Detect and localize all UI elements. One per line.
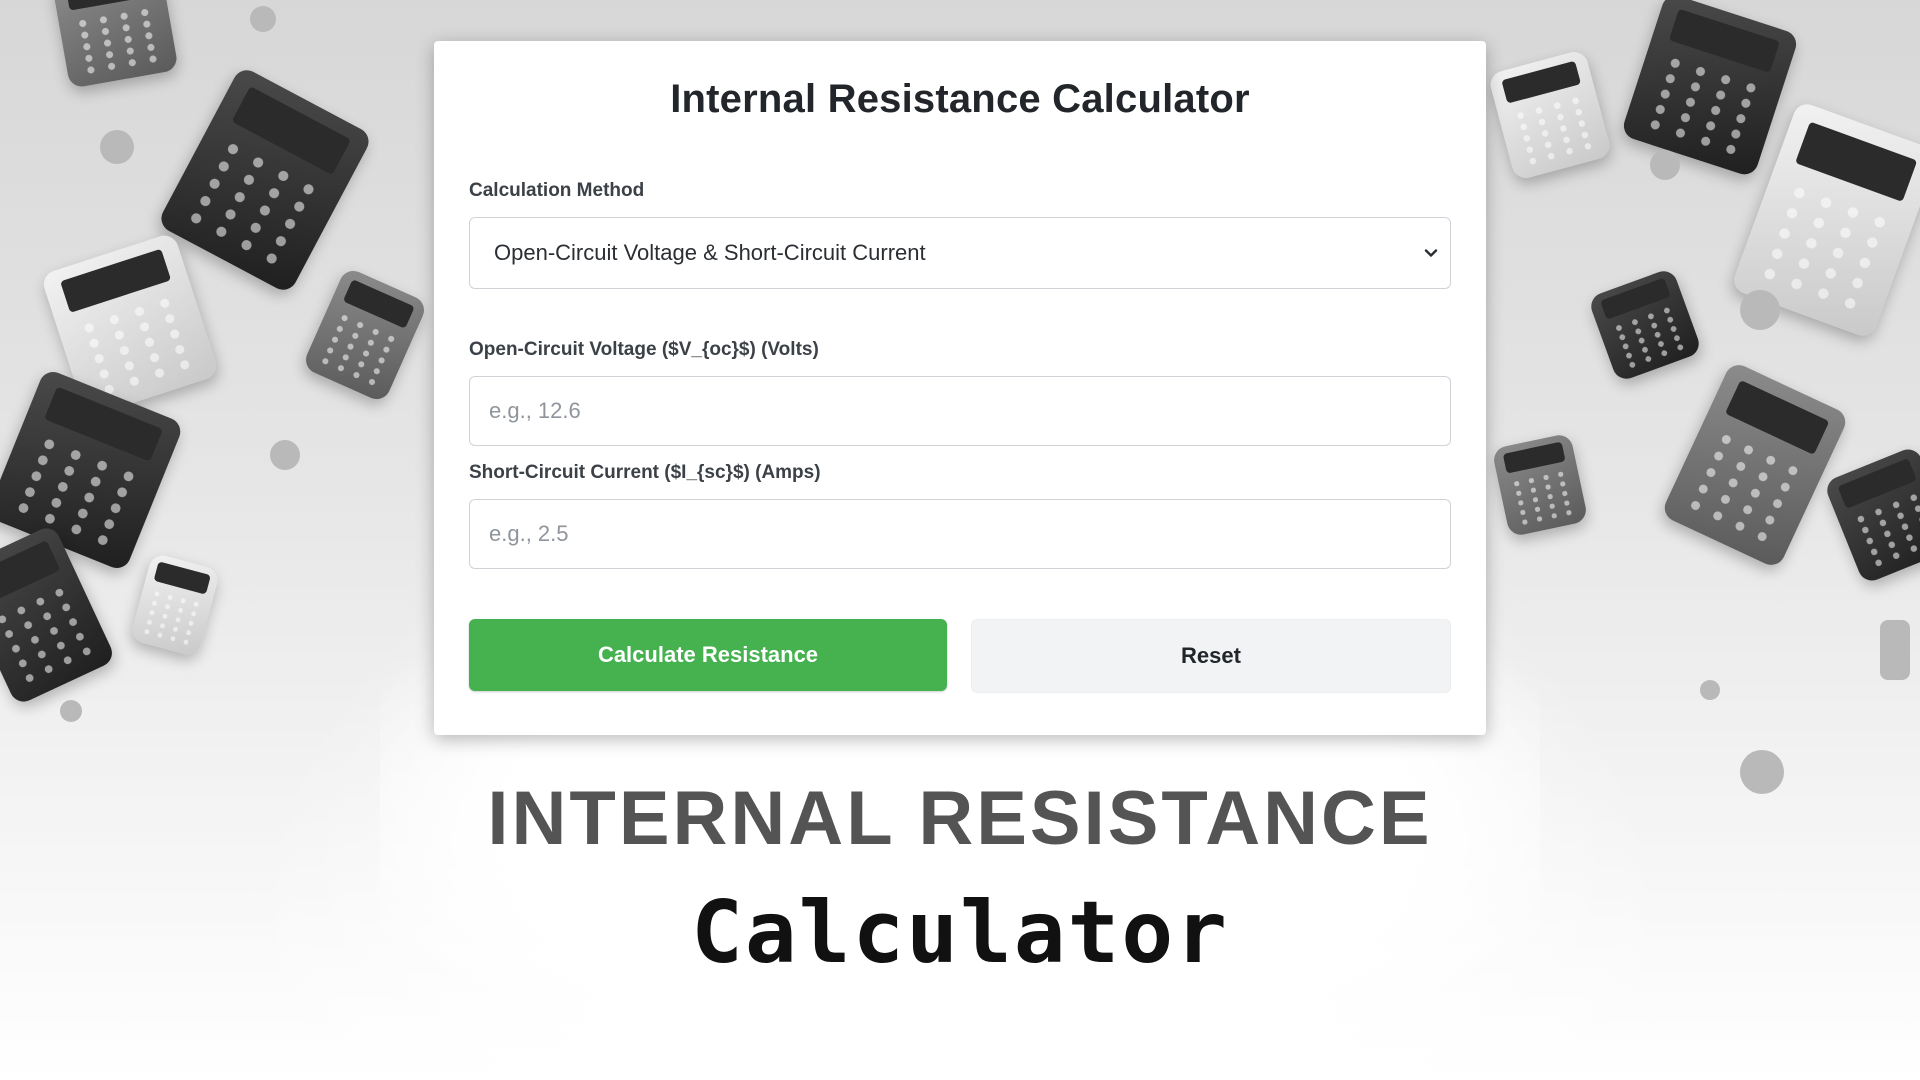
background-calculator — [1491, 432, 1589, 538]
button-row: Calculate Resistance Reset — [469, 619, 1451, 693]
background-dot — [250, 6, 276, 32]
open-circuit-voltage-label: Open-Circuit Voltage ($V_{oc}$) (Volts) — [469, 339, 819, 360]
background-calculator — [156, 65, 374, 295]
calculate-resistance-button[interactable]: Calculate Resistance — [469, 619, 947, 691]
background-calculator — [1487, 48, 1613, 182]
short-circuit-current-field[interactable] — [469, 499, 1451, 569]
background-calculator — [1660, 360, 1850, 570]
short-circuit-current-label: Short-Circuit Current ($I_{sc}$) (Amps) — [469, 462, 821, 483]
card-title: Internal Resistance Calculator — [670, 77, 1250, 121]
background-calculator — [51, 0, 179, 89]
calculation-method-select[interactable]: Open-Circuit Voltage & Short-Circuit Cur… — [469, 217, 1451, 289]
calculation-method-label: Calculation Method — [469, 180, 645, 201]
background-dot — [1740, 290, 1780, 330]
background-calculator — [1620, 0, 1800, 178]
reset-button[interactable]: Reset — [971, 619, 1451, 693]
background-calculator — [129, 552, 221, 658]
calculator-card: Internal Resistance Calculator Calculati… — [434, 41, 1486, 735]
background-dot — [100, 130, 134, 164]
background-calculator — [1823, 445, 1920, 585]
open-circuit-voltage-input[interactable] — [489, 398, 1431, 424]
background-dot — [270, 440, 300, 470]
chevron-down-icon — [1424, 249, 1438, 257]
background-dot — [1650, 150, 1680, 180]
calculation-method-value: Open-Circuit Voltage & Short-Circuit Cur… — [494, 240, 926, 265]
short-circuit-current-input[interactable] — [489, 521, 1431, 547]
background-dot — [60, 700, 82, 722]
open-circuit-voltage-field[interactable] — [469, 376, 1451, 446]
headline-text: INTERNAL RESISTANCE — [487, 776, 1433, 861]
background-dot — [1700, 680, 1720, 700]
background-calculator — [301, 266, 429, 404]
background-calculator — [1587, 267, 1703, 383]
background-dot — [1880, 620, 1910, 680]
subline-text: Calculator — [691, 883, 1229, 983]
